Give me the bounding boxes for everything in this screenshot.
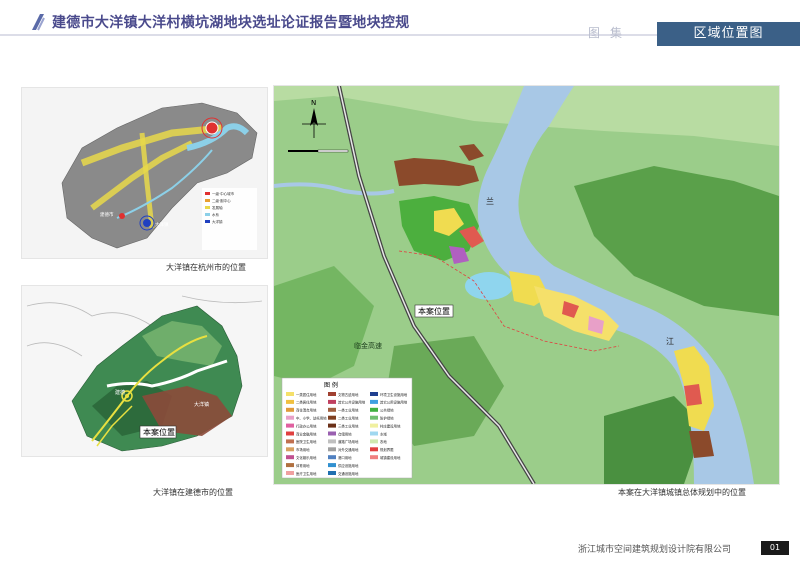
- legend-swatch: [328, 431, 336, 436]
- town-plan-map: 本案位置 临金高速 兰 江 N 图 例 一类居住用地 二类居住用地 商住混合用地中、…: [273, 85, 780, 485]
- svg-text:一级·中心城市: 一级·中心城市: [212, 191, 235, 196]
- legend-label: 医院卫生用地: [296, 439, 317, 444]
- legend-swatch: [286, 471, 294, 475]
- jiande-map-caption: 大洋镇在建德市的位置: [153, 488, 233, 497]
- section-tab: 区域位置图: [657, 22, 800, 46]
- legend-swatch: [370, 399, 378, 404]
- legend-label: 商住混合用地: [296, 408, 317, 413]
- legend-label: 环境卫生设施用地: [380, 392, 408, 397]
- legend-swatch: [328, 471, 336, 475]
- header: 建德市大洋镇大洋村横坑湖地块选址论证报告暨地块控规 图集 区域位置图: [0, 0, 800, 46]
- plan-map-caption: 本案在大洋镇城镇总体规划中的位置: [618, 488, 746, 497]
- legend-label: 文化娱乐用地: [296, 455, 317, 460]
- legend-label: 其它公共设施用地: [338, 400, 366, 405]
- legend-swatch: [328, 447, 336, 452]
- legend-swatch: [370, 407, 378, 412]
- legend-swatch: [328, 455, 336, 460]
- scale-bar: [288, 149, 349, 153]
- legend-label: 二类工业用地: [338, 416, 359, 421]
- legend-swatch: [286, 431, 294, 436]
- legend-label: 文物古迹用地: [338, 392, 359, 397]
- legend-swatch: [286, 415, 294, 420]
- svg-text:大洋镇: 大洋镇: [212, 219, 223, 224]
- legend-label: 中、小学、幼托用地: [296, 416, 327, 421]
- legend-swatch: [370, 431, 378, 436]
- jiande-map-graphic: 本案位置 大洋镇 建德: [22, 286, 267, 456]
- legend-swatch: [370, 415, 378, 420]
- page-title: 建德市大洋镇大洋村横坑湖地块选址论证报告暨地块控规: [52, 15, 410, 31]
- header-accent-icon: [32, 14, 45, 31]
- legend-swatch: [370, 439, 378, 444]
- legend-swatch: [370, 423, 378, 428]
- legend-label: 公共绿地: [380, 408, 394, 413]
- legend-title: 图 例: [324, 381, 338, 389]
- legend-label: 一类工业用地: [338, 408, 359, 413]
- page-number: 01: [761, 541, 789, 555]
- north-label: N: [311, 99, 316, 107]
- legend-swatch: [370, 392, 378, 396]
- footer-company: 浙江城市空间建筑规划设计院有限公司: [578, 545, 732, 555]
- legend-swatch: [286, 463, 294, 468]
- plan-site-label: 本案位置: [418, 306, 450, 316]
- legend-swatch: [328, 392, 336, 396]
- legend-swatch: [286, 392, 294, 396]
- legend-label: 防护绿地: [380, 416, 394, 421]
- legend-label: 市场用地: [296, 447, 310, 452]
- legend-label: 城镇建设用地: [380, 455, 401, 460]
- legend-label: 商业金融用地: [296, 431, 317, 436]
- svg-text:发展轴: 发展轴: [212, 205, 223, 210]
- legend-swatch: [328, 463, 336, 468]
- legend-swatch: [328, 407, 336, 412]
- legend-label: 仓储用地: [338, 431, 352, 436]
- legend-swatch: [328, 423, 336, 428]
- legend-label: 行政办公用地: [296, 423, 317, 428]
- legend-swatch: [286, 399, 294, 404]
- legend-swatch: [286, 407, 294, 412]
- hangzhou-location-map: 一级·中心城市 二级·副中心 发展轴 水系 大洋镇 建德市 大洋镇: [21, 87, 268, 259]
- legend-label: 交通设施用地: [338, 471, 359, 476]
- legend-label: 医疗卫生用地: [296, 471, 317, 476]
- legend-swatch: [286, 439, 294, 444]
- svg-text:水系: 水系: [212, 212, 219, 217]
- legend-label: 一类居住用地: [296, 392, 317, 397]
- legend-swatch: [370, 455, 378, 460]
- jiande-town-label: 大洋镇: [194, 401, 209, 408]
- jiande-city-label: 建德: [115, 389, 125, 396]
- hangzhou-map-caption: 大洋镇在杭州市的位置: [166, 263, 246, 272]
- legend-label: 农地: [380, 439, 387, 444]
- jiande-site-label: 本案位置: [143, 427, 175, 437]
- legend-label: 道路广场用地: [338, 439, 359, 444]
- legend-swatch: [286, 447, 294, 452]
- legend-label: 水域: [380, 431, 387, 436]
- legend-swatch: [328, 439, 336, 444]
- plan-river-char-1: 兰: [486, 196, 494, 206]
- legend-label: 村庄建设用地: [380, 423, 401, 428]
- legend-label: 其它公用设施用地: [380, 400, 408, 405]
- legend-swatch: [370, 447, 378, 452]
- legend-label: 体育用地: [296, 463, 310, 468]
- legend-swatch: [286, 455, 294, 460]
- jiande-location-map: 本案位置 大洋镇 建德: [21, 285, 268, 457]
- legend-swatch: [328, 415, 336, 420]
- town-plan-graphic: 本案位置 临金高速 兰 江 N 图 例 一类居住用地二类居住用地商住混合用地中、…: [274, 86, 779, 484]
- legend-label: 规划界限: [380, 447, 394, 452]
- legend-swatch: [328, 399, 336, 404]
- legend-label: 对外交通用地: [338, 447, 359, 452]
- hangzhou-city-label: 建德市: [100, 211, 114, 218]
- legend-label: 港口用地: [338, 455, 352, 460]
- atlas-label: 图集: [588, 26, 633, 40]
- svg-text:二级·副中心: 二级·副中心: [212, 198, 231, 203]
- legend-swatch: [286, 423, 294, 428]
- plan-highway-label: 临金高速: [354, 341, 382, 350]
- legend-label: 供应设施用地: [338, 463, 359, 468]
- hangzhou-town-label: 大洋镇: [155, 221, 169, 228]
- legend-label: 三类工业用地: [338, 423, 359, 428]
- hangzhou-map-graphic: 一级·中心城市 二级·副中心 发展轴 水系 大洋镇 建德市 大洋镇: [22, 88, 267, 258]
- plan-river-char-2: 江: [666, 337, 674, 346]
- legend-label: 二类居住用地: [296, 400, 317, 405]
